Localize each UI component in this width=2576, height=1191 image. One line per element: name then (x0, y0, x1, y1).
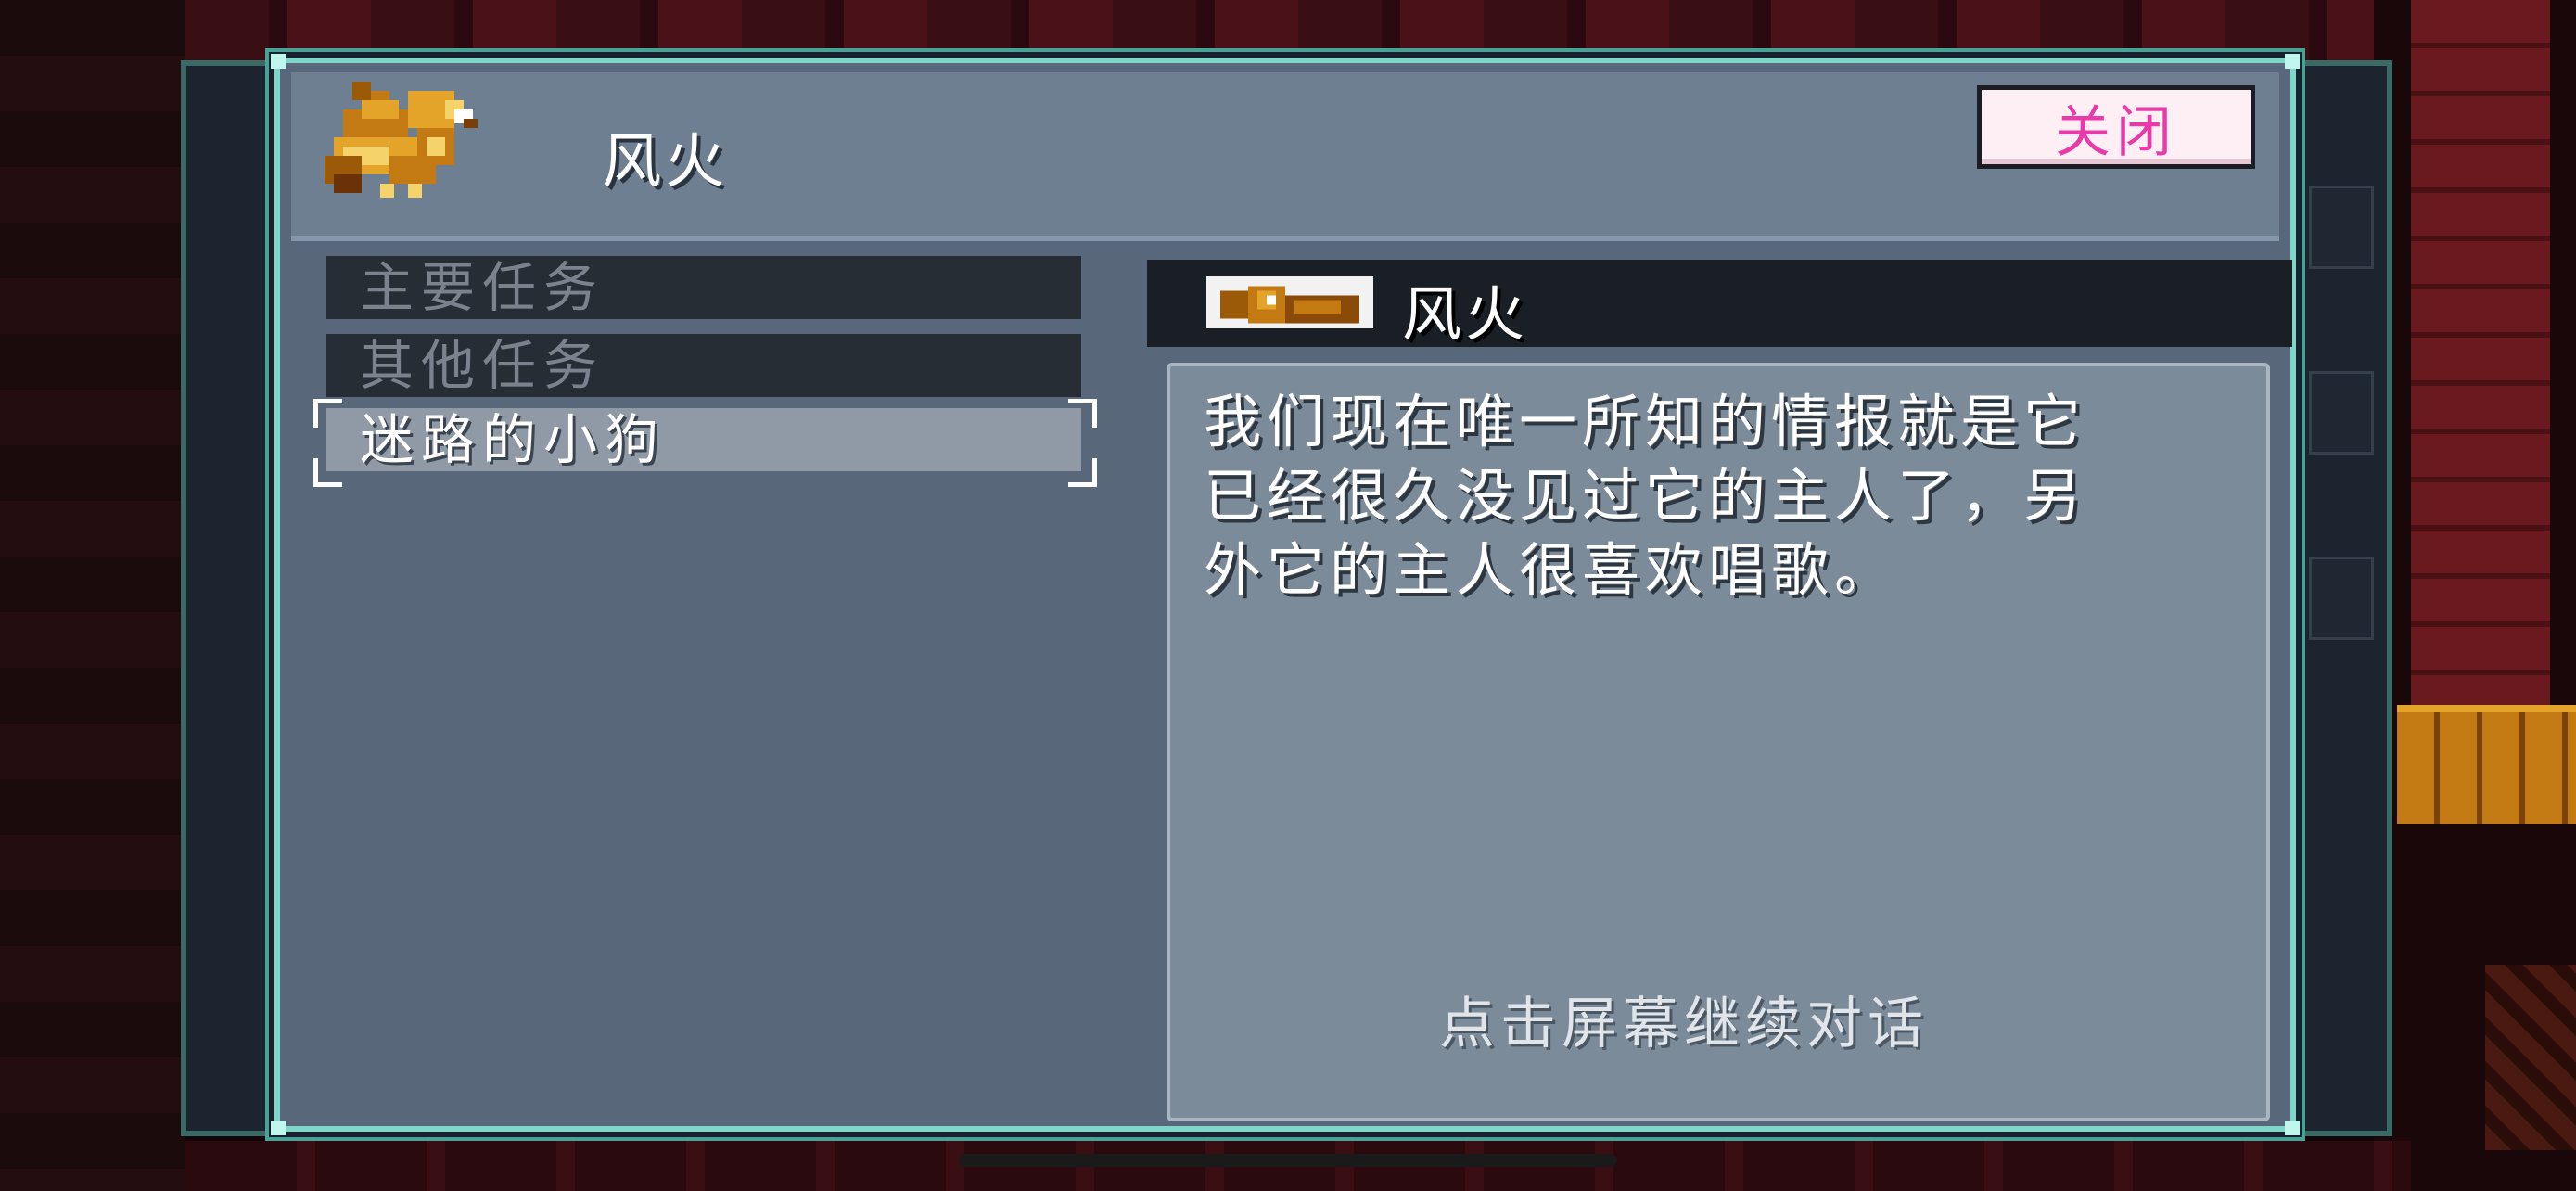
selection-bracket (313, 399, 342, 428)
quest-item-selected[interactable]: 迷路的小狗 (326, 408, 1081, 471)
background-window-tab (2309, 557, 2374, 640)
phoenix-portrait-icon (1206, 276, 1373, 328)
close-button[interactable]: 关闭 (1977, 85, 2255, 169)
background-ledge (2397, 705, 2576, 824)
frame-corner (271, 1121, 286, 1135)
background-wall-top (185, 0, 2411, 65)
dialogue-line: 我们现在唯一所知的情报就是它 (1204, 388, 2087, 455)
dialogue-text: 我们现在唯一所知的情报就是它 已经很久没见过它的主人了，另 外它的主人很喜欢唱歌… (1204, 385, 2242, 608)
speaker-bar: 风火 (1147, 260, 2292, 350)
quest-dialog[interactable]: 风火 关闭 主要任务 其他任务 迷路的小狗 风火 我们现在唯一所知的情报就是它 … (271, 54, 2300, 1135)
speaker-name: 风火 (1402, 281, 1528, 350)
phoenix-icon (325, 82, 478, 198)
quest-category-main[interactable]: 主要任务 (326, 256, 1081, 319)
selection-bracket (313, 458, 342, 487)
home-indicator[interactable] (959, 1154, 1617, 1167)
frame-corner (2285, 1121, 2300, 1135)
background-wall-left (0, 0, 185, 1191)
background-rocks (2485, 965, 2576, 1150)
quest-category-other[interactable]: 其他任务 (326, 334, 1081, 397)
frame-corner (2285, 54, 2300, 69)
frame-corner (271, 54, 286, 69)
dialogue-box[interactable]: 我们现在唯一所知的情报就是它 已经很久没见过它的主人了，另 外它的主人很喜欢唱歌… (1167, 363, 2270, 1121)
game-scene[interactable]: 风火 关闭 主要任务 其他任务 迷路的小狗 风火 我们现在唯一所知的情报就是它 … (0, 0, 2576, 1191)
dialog-header: 风火 关闭 (291, 72, 2279, 241)
continue-hint: 点击屏幕继续对话 (1439, 992, 1929, 1057)
dialogue-line: 外它的主人很喜欢唱歌。 (1204, 536, 1898, 604)
selection-bracket (1068, 399, 1097, 428)
background-window-tab (2309, 186, 2374, 269)
dialog-title: 风火 (602, 128, 728, 197)
dialogue-line: 已经很久没见过它的主人了，另 (1204, 462, 2087, 530)
background-pillar (2411, 0, 2550, 705)
background-window-tab (2309, 371, 2374, 455)
selection-bracket (1068, 458, 1097, 487)
